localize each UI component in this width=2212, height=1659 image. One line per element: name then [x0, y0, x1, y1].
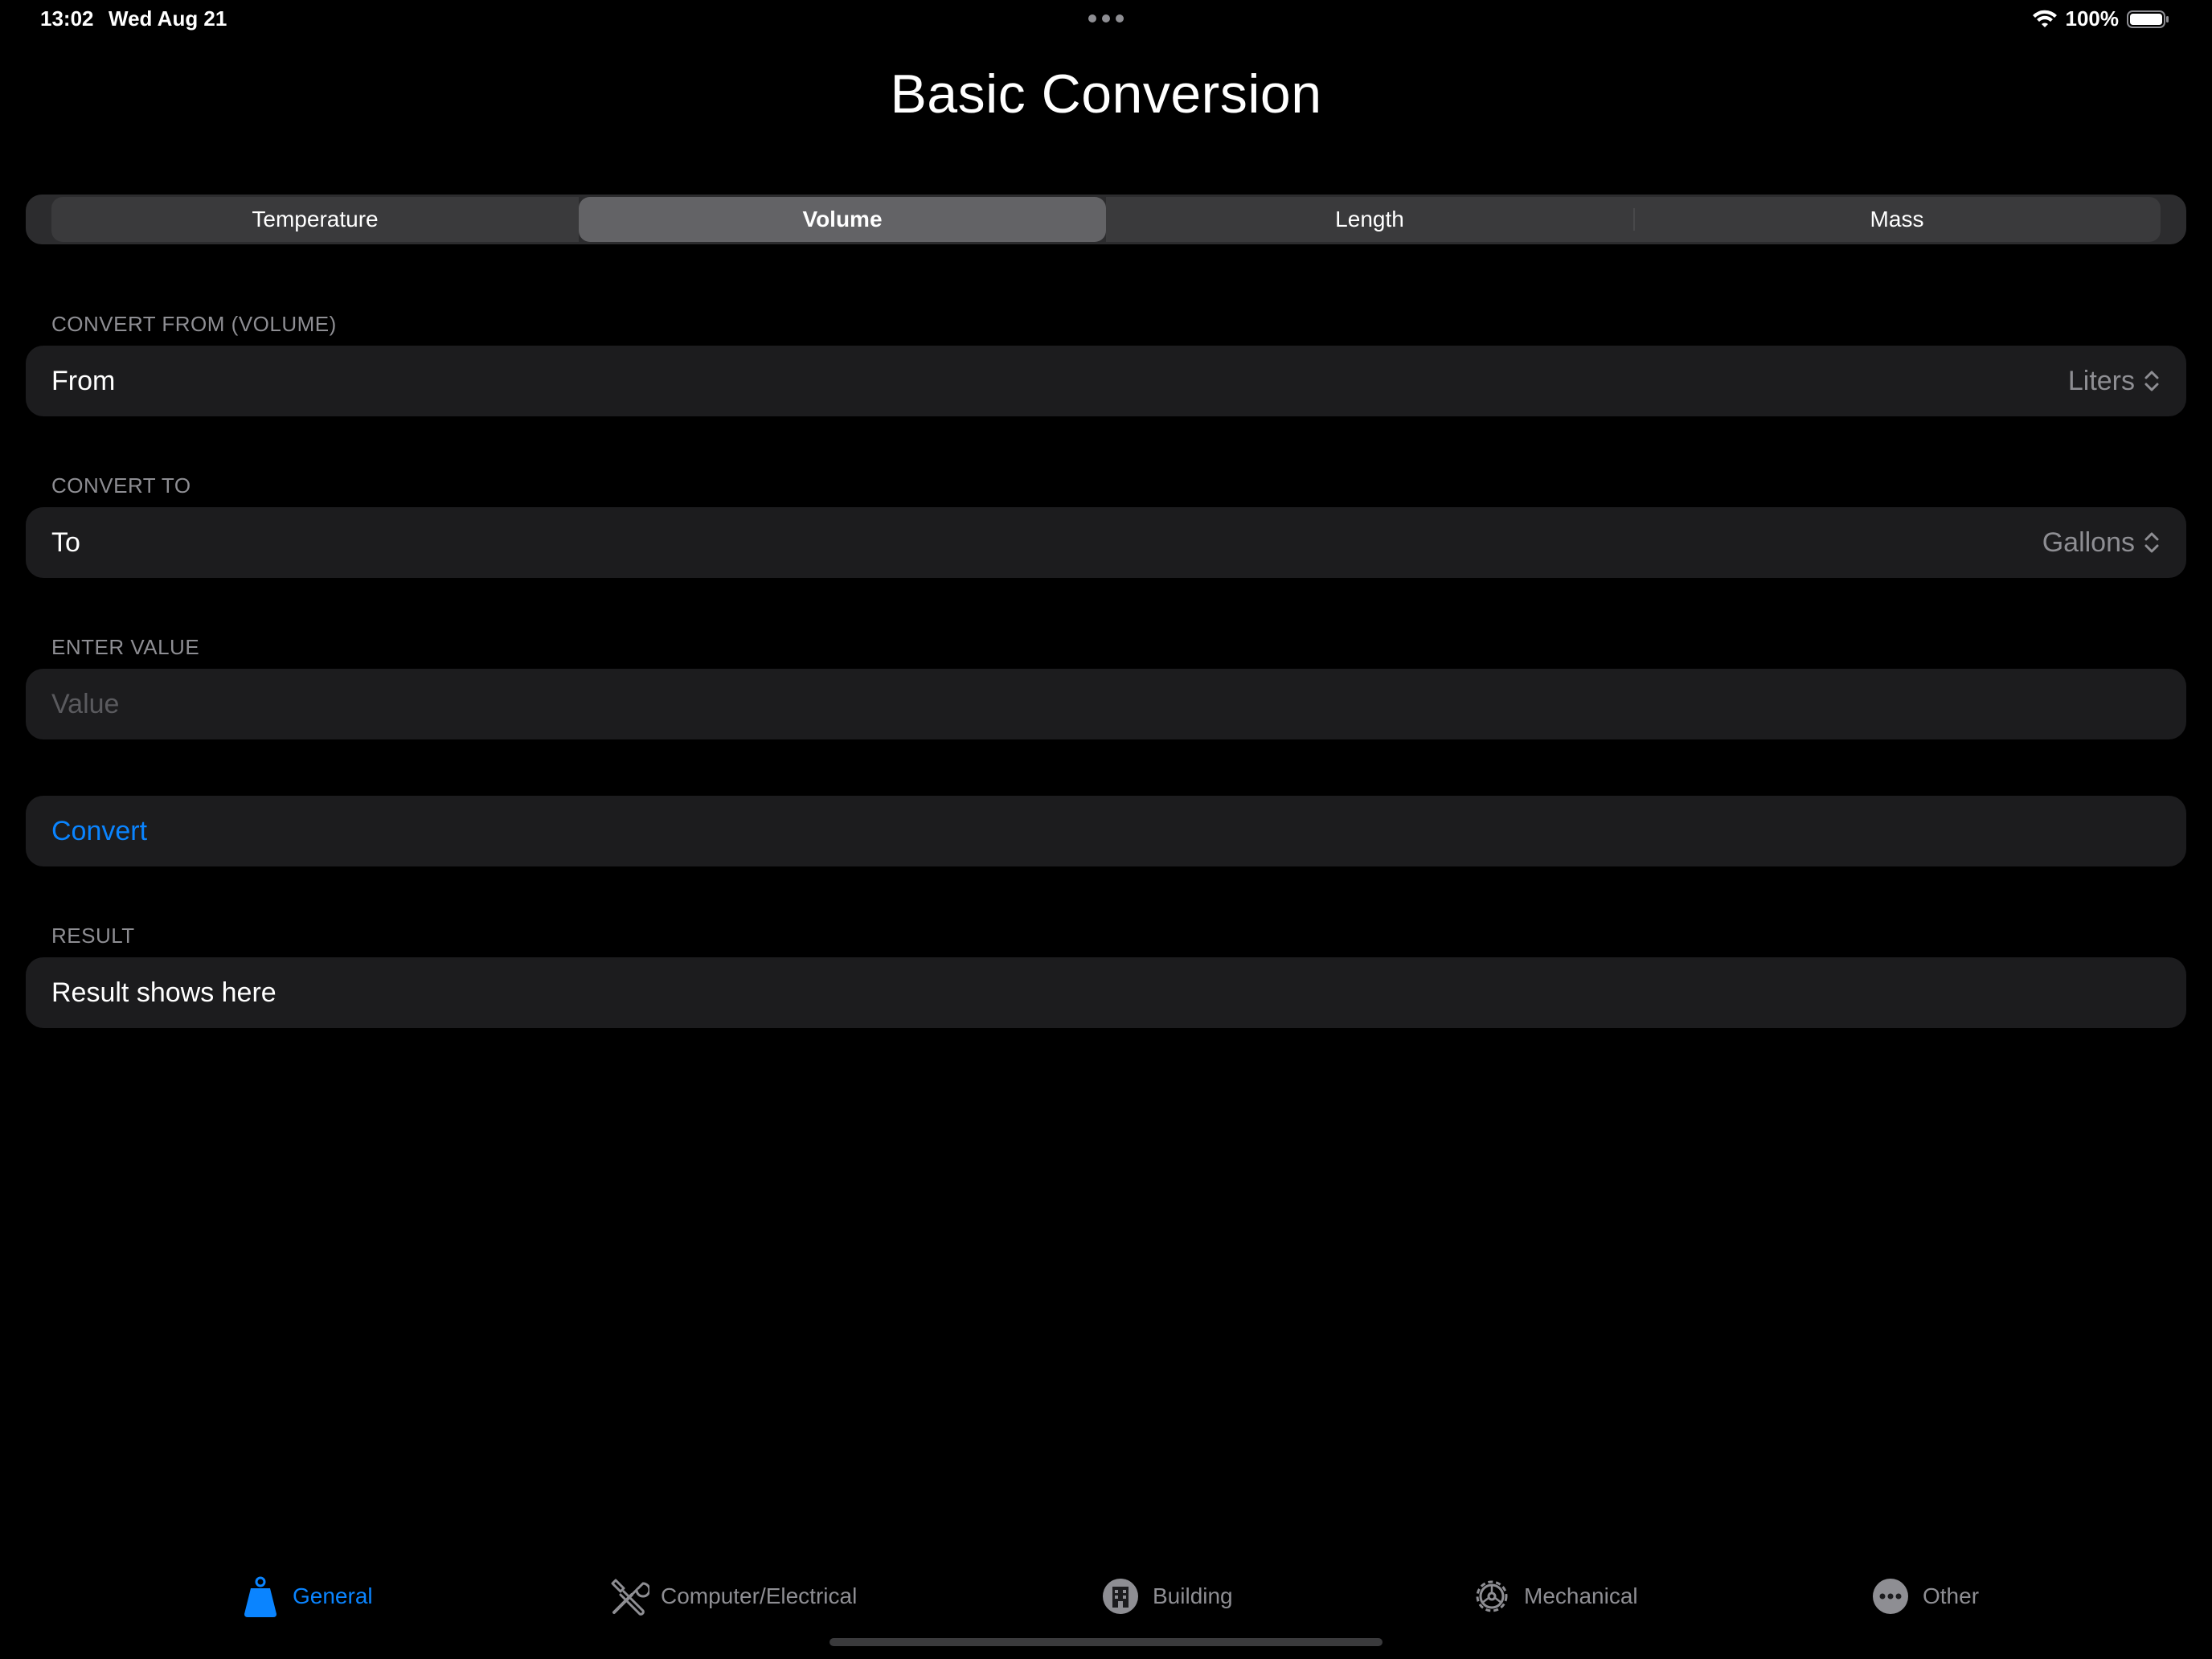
convert-to-header: CONVERT TO — [51, 473, 191, 498]
segment-volume[interactable]: Volume — [579, 197, 1106, 242]
chevron-up-down-icon — [2144, 532, 2159, 553]
result-text: Result shows here — [51, 977, 276, 1008]
value-input-field[interactable]: Value — [26, 669, 2186, 739]
tab-bar: General Computer/Electrical Building Mec… — [0, 1564, 2212, 1628]
battery-percentage: 100% — [2065, 6, 2120, 31]
tab-general-label: General — [293, 1583, 373, 1608]
unit-category-segmented-control: Temperature Volume Length Mass — [26, 195, 2186, 244]
result-header: RESULT — [51, 924, 135, 948]
status-date: Wed Aug 21 — [109, 6, 227, 31]
wifi-icon — [2032, 10, 2057, 27]
status-time: 13:02 — [40, 6, 94, 31]
from-unit-picker[interactable]: From Liters — [26, 346, 2186, 416]
building-icon — [1103, 1579, 1138, 1614]
tab-mechanical-label: Mechanical — [1524, 1583, 1638, 1608]
tab-building[interactable]: Building — [1100, 1564, 1233, 1628]
chevron-up-down-icon — [2144, 371, 2159, 391]
page-title: Basic Conversion — [890, 63, 1322, 125]
to-unit-picker[interactable]: To Gallons — [26, 507, 2186, 578]
to-unit-value-container[interactable]: Gallons — [2042, 527, 2161, 559]
tab-other-label: Other — [1923, 1583, 1980, 1608]
tools-icon — [611, 1579, 649, 1616]
tab-computer-electrical-label: Computer/Electrical — [661, 1583, 858, 1608]
from-unit-value-container[interactable]: Liters — [2068, 366, 2161, 397]
from-unit-value: Liters — [2067, 365, 2135, 396]
gear-icon — [1476, 1580, 1508, 1612]
result-row: Result shows here — [26, 957, 2186, 1028]
more-icon — [1873, 1579, 1908, 1614]
segment-mass[interactable]: Mass — [1633, 197, 2161, 242]
enter-value-header: ENTER VALUE — [51, 635, 200, 659]
tab-computer-electrical[interactable]: Computer/Electrical — [608, 1564, 857, 1628]
segment-length-label: Length — [1335, 207, 1404, 231]
status-indicators: 100% — [2032, 6, 2171, 31]
multitasking-dots-icon[interactable] — [1088, 14, 1124, 24]
convert-button-label: Convert — [51, 815, 148, 846]
from-label: From — [51, 365, 116, 396]
status-bar: 13:02 Wed Aug 21 100% — [0, 0, 2212, 39]
tab-building-label: Building — [1153, 1583, 1233, 1608]
home-indicator[interactable] — [830, 1638, 1382, 1646]
segment-divider — [1633, 208, 1635, 231]
convert-button[interactable]: Convert — [26, 796, 2186, 866]
segment-length[interactable]: Length — [1106, 197, 1633, 242]
value-input-placeholder: Value — [51, 688, 120, 719]
to-label: To — [51, 526, 80, 558]
tab-other[interactable]: Other — [1870, 1564, 1979, 1628]
tab-general[interactable]: General — [240, 1564, 373, 1628]
battery-icon — [2127, 10, 2169, 28]
to-unit-value: Gallons — [2042, 526, 2135, 558]
segment-mass-label: Mass — [1870, 207, 1924, 231]
weight-icon — [244, 1576, 276, 1617]
segment-temperature[interactable]: Temperature — [51, 197, 579, 242]
tab-mechanical[interactable]: Mechanical — [1471, 1564, 1638, 1628]
convert-from-header: CONVERT FROM (VOLUME) — [51, 312, 337, 336]
